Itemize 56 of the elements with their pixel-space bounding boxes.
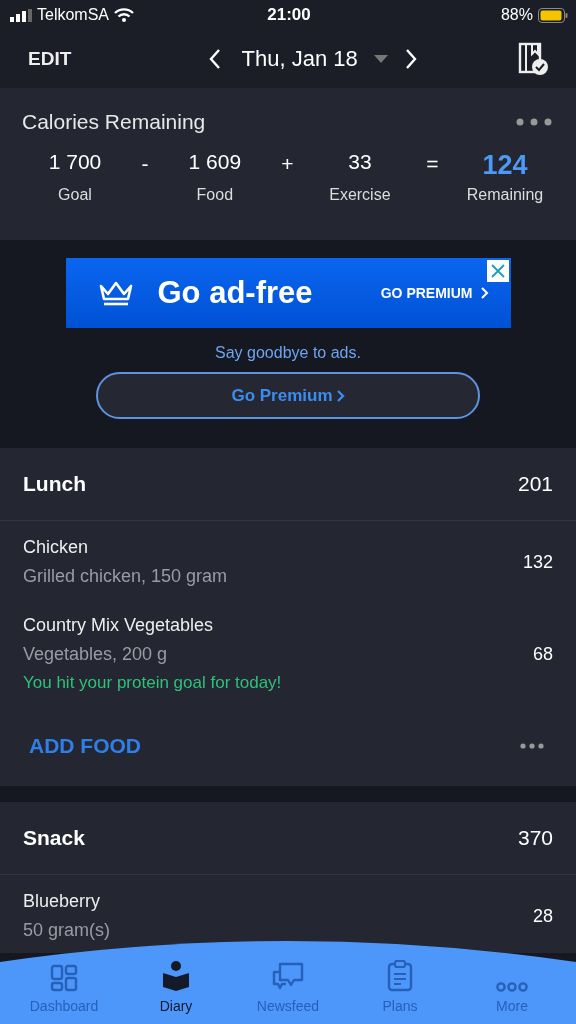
- more-icon: [496, 982, 528, 992]
- meal-title: Lunch: [23, 472, 86, 496]
- food-detail: Vegetables, 200 g: [23, 644, 169, 665]
- ad-cta: GO PREMIUM: [380, 285, 473, 301]
- more-options-icon[interactable]: [516, 118, 552, 126]
- food-name[interactable]: Chicken: [23, 537, 228, 558]
- dropdown-caret-icon[interactable]: [373, 55, 388, 63]
- food-calories: 68: [532, 643, 553, 665]
- food-name[interactable]: Country Mix Vegetables: [23, 615, 282, 636]
- operator-sign: -: [141, 152, 149, 176]
- food-note: You hit your protein goal for today!: [23, 673, 282, 693]
- battery-percent: 88%: [500, 6, 533, 24]
- go-premium-button[interactable]: Go Premium: [96, 372, 480, 419]
- calorie-label: Exercise: [329, 186, 391, 204]
- calorie-value: 1 609: [188, 150, 242, 174]
- calorie-value: 124: [482, 150, 528, 174]
- calorie-label: Goal: [58, 186, 92, 204]
- meal-calories: 201: [517, 472, 553, 496]
- more-options-icon[interactable]: [520, 743, 544, 749]
- signal-icon: [10, 8, 32, 22]
- battery-icon: [538, 7, 568, 23]
- meal-title: Snack: [23, 826, 85, 850]
- meal-calories: 370: [517, 826, 553, 850]
- calorie-value: 1 700: [48, 150, 102, 174]
- date-selector[interactable]: Thu, Jan 18: [241, 46, 358, 72]
- ad-banner[interactable]: Go ad-free GO PREMIUM: [65, 258, 511, 328]
- grid-icon: [50, 964, 78, 992]
- checklist-icon[interactable]: [518, 42, 548, 76]
- calorie-label: Food: [196, 186, 234, 204]
- food-calories: 132: [522, 551, 553, 573]
- edit-button[interactable]: EDIT: [28, 48, 72, 70]
- wifi-icon: [114, 8, 135, 22]
- clipboard-icon: [387, 960, 413, 992]
- crown-icon: [97, 279, 134, 307]
- carrier-name: TelkomSA: [37, 6, 110, 24]
- food-detail: Grilled chicken, 150 gram: [23, 566, 228, 587]
- operator-sign: =: [426, 152, 439, 176]
- tab-bar-item[interactable]: Diary: [126, 958, 226, 1014]
- ad-headline: Go ad-free: [157, 275, 314, 311]
- chevron-right-icon: [336, 389, 345, 402]
- calorie-value: 33: [348, 150, 372, 174]
- status-time: 21:00: [267, 5, 311, 25]
- calories-title: Calories Remaining: [22, 110, 206, 134]
- reader-book-icon: [162, 960, 190, 992]
- add-food-button[interactable]: ADD FOOD: [29, 734, 141, 758]
- close-icon[interactable]: [486, 260, 509, 282]
- food-detail: 50 gram(s): [23, 920, 111, 941]
- chat-bubbles-icon: [272, 962, 304, 992]
- food-calories: 28: [532, 905, 553, 927]
- food-name[interactable]: Blueberry: [23, 891, 111, 912]
- operator-sign: +: [281, 152, 294, 176]
- previous-day-icon[interactable]: [207, 48, 222, 70]
- next-day-icon[interactable]: [403, 48, 418, 70]
- calorie-label: Remaining: [466, 186, 544, 204]
- ad-tagline: Say goodbye to ads.: [215, 344, 361, 362]
- chevron-right-icon: [480, 287, 489, 299]
